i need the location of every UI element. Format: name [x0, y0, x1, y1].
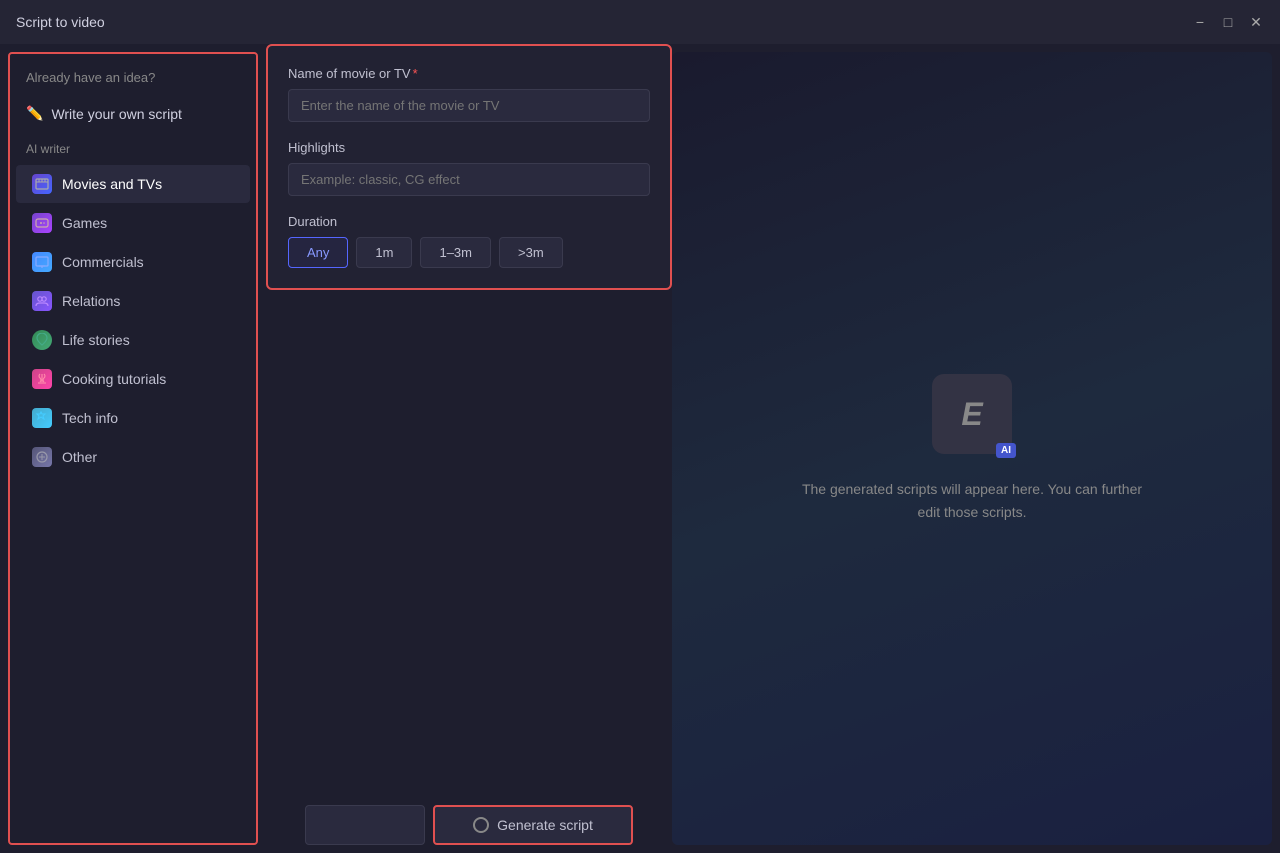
duration-label: Duration	[288, 214, 650, 229]
titlebar: Script to video − □ ✕	[0, 0, 1280, 44]
write-own-script-button[interactable]: ✏️ Write your own script	[10, 97, 256, 130]
sidebar-item-life-stories-label: Life stories	[62, 332, 130, 348]
duration-1m-button[interactable]: 1m	[356, 237, 412, 268]
sidebar: Already have an idea? ✏️ Write your own …	[8, 52, 258, 845]
ai-icon-letter: E	[961, 396, 982, 433]
right-panel-description: The generated scripts will appear here. …	[792, 478, 1152, 523]
sidebar-item-games[interactable]: Games	[16, 204, 250, 242]
duration-any-button[interactable]: Any	[288, 237, 348, 268]
life-stories-icon	[32, 330, 52, 350]
relations-icon	[32, 291, 52, 311]
window-controls: − □ ✕	[1192, 14, 1264, 30]
bottom-bar: Generate script	[266, 797, 672, 853]
right-panel: E AI The generated scripts will appear h…	[672, 52, 1272, 845]
sidebar-item-tech-label: Tech info	[62, 410, 118, 426]
sidebar-item-relations[interactable]: Relations	[16, 282, 250, 320]
cooking-icon	[32, 369, 52, 389]
ai-writer-section-label: AI writer	[10, 130, 256, 164]
ai-badge: AI	[996, 443, 1016, 458]
tech-icon	[32, 408, 52, 428]
duration-1-3m-button[interactable]: 1–3m	[420, 237, 491, 268]
sidebar-item-other-label: Other	[62, 449, 97, 465]
commercials-icon	[32, 252, 52, 272]
sidebar-item-life-stories[interactable]: Life stories	[16, 321, 250, 359]
write-script-label: Write your own script	[51, 106, 181, 122]
generate-icon	[473, 817, 489, 833]
duration-gt3m-button[interactable]: >3m	[499, 237, 563, 268]
generate-label: Generate script	[497, 817, 593, 833]
highlights-input[interactable]	[288, 163, 650, 196]
required-star: *	[413, 66, 418, 81]
sidebar-item-tech[interactable]: Tech info	[16, 399, 250, 437]
close-button[interactable]: ✕	[1248, 14, 1264, 30]
window-title: Script to video	[16, 14, 105, 30]
other-icon	[32, 447, 52, 467]
sidebar-item-other[interactable]: Other	[16, 438, 250, 476]
games-icon	[32, 213, 52, 233]
generate-script-button[interactable]: Generate script	[433, 805, 633, 845]
sidebar-item-movies-label: Movies and TVs	[62, 176, 162, 192]
center-column: Name of movie or TV* Highlights Duration…	[266, 44, 672, 853]
name-input[interactable]	[288, 89, 650, 122]
app-window: Script to video − □ ✕ Already have an id…	[0, 0, 1280, 853]
sidebar-item-relations-label: Relations	[62, 293, 120, 309]
duration-buttons: Any 1m 1–3m >3m	[288, 237, 650, 268]
form-card: Name of movie or TV* Highlights Duration…	[266, 44, 672, 290]
highlights-field: Highlights	[288, 140, 650, 196]
main-content: Already have an idea? ✏️ Write your own …	[0, 44, 1280, 853]
highlights-label: Highlights	[288, 140, 650, 155]
pencil-icon: ✏️	[26, 105, 43, 122]
sidebar-item-cooking-label: Cooking tutorials	[62, 371, 166, 387]
ai-icon-container: E AI	[932, 374, 1012, 454]
sidebar-item-commercials[interactable]: Commercials	[16, 243, 250, 281]
sidebar-item-movies[interactable]: Movies and TVs	[16, 165, 250, 203]
movies-icon	[32, 174, 52, 194]
name-field: Name of movie or TV*	[288, 66, 650, 122]
sidebar-hint-text: Already have an idea?	[10, 70, 256, 97]
sidebar-item-commercials-label: Commercials	[62, 254, 144, 270]
minimize-button[interactable]: −	[1192, 14, 1208, 30]
back-button[interactable]	[305, 805, 425, 845]
maximize-button[interactable]: □	[1220, 14, 1236, 30]
duration-section: Duration Any 1m 1–3m >3m	[288, 214, 650, 268]
sidebar-item-cooking[interactable]: Cooking tutorials	[16, 360, 250, 398]
sidebar-item-games-label: Games	[62, 215, 107, 231]
name-label: Name of movie or TV*	[288, 66, 650, 81]
